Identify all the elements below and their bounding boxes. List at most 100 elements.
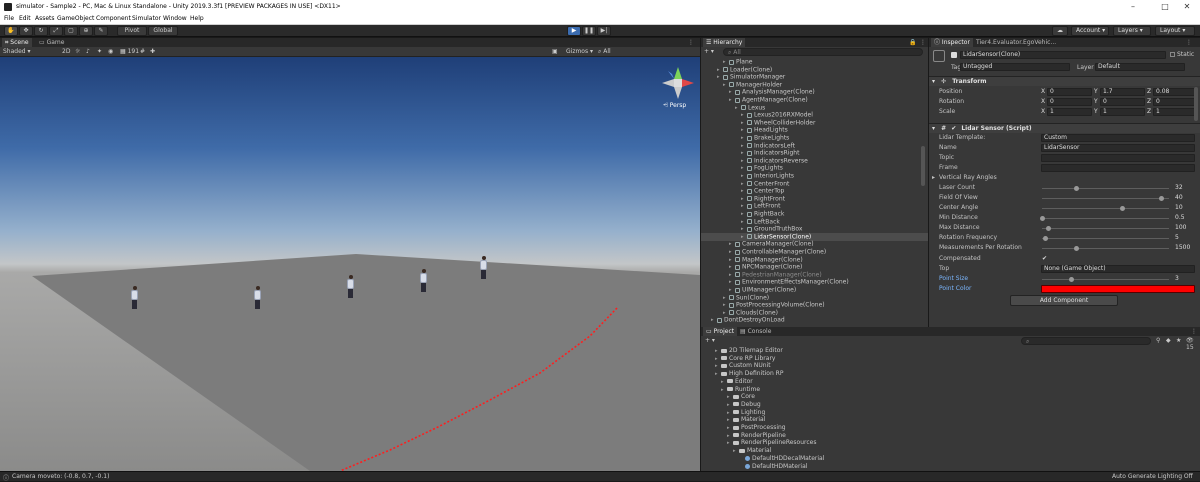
frame-field[interactable]: [1041, 164, 1195, 172]
slider-knob[interactable]: [1120, 206, 1125, 211]
slider-value[interactable]: 0.5: [1175, 213, 1185, 223]
filter-type-icon[interactable]: ⚲: [1156, 337, 1160, 344]
tab-scene[interactable]: ⌗ Scene: [2, 38, 32, 47]
lidar-sensor-header[interactable]: ▾ # ✔ Lidar Sensor (Script): [929, 123, 1200, 133]
menu-assets[interactable]: Assets: [35, 15, 55, 22]
rotate-tool-icon[interactable]: ↻: [34, 26, 48, 36]
transform-y-field[interactable]: 1.7: [1100, 88, 1145, 96]
play-button[interactable]: ▶: [567, 26, 581, 36]
hierarchy-scrollbar[interactable]: [921, 146, 925, 186]
inspector-menu-icon[interactable]: ⋮: [1183, 38, 1195, 47]
transform-y-field[interactable]: 0: [1100, 98, 1145, 106]
name-field[interactable]: LidarSensor: [1041, 144, 1195, 152]
static-checkbox[interactable]: [1170, 52, 1175, 57]
effects-toggle-icon[interactable]: ✦: [97, 48, 102, 55]
rect-tool-icon[interactable]: ▢: [64, 26, 78, 36]
transform-tool-icon[interactable]: ⊕: [79, 26, 93, 36]
transform-y-field[interactable]: 1: [1100, 108, 1145, 116]
account-dropdown[interactable]: Account ▾: [1071, 26, 1109, 36]
persp-label[interactable]: ⩤ Persp: [663, 102, 686, 110]
transform-header[interactable]: ▾ ✢ Transform: [929, 76, 1200, 86]
top-object-field[interactable]: None (Game Object): [1041, 265, 1195, 273]
slider-knob[interactable]: [1074, 186, 1080, 191]
add-component-button[interactable]: Add Component: [1010, 295, 1118, 306]
step-button[interactable]: ▶|: [597, 26, 611, 36]
shading-dropdown[interactable]: Shaded ▾: [3, 48, 31, 55]
scene-search-input[interactable]: ⌕ All: [598, 48, 611, 56]
scene-viewport[interactable]: ⩤ Persp: [0, 57, 700, 471]
transform-z-field[interactable]: 0: [1153, 98, 1198, 106]
move-tool-icon[interactable]: ✥: [19, 26, 33, 36]
gizmos-dropdown[interactable]: Gizmos ▾: [566, 48, 593, 55]
status-message[interactable]: Camera moveto: (-0.8, 0.7, -0.1): [12, 473, 109, 480]
minimize-icon[interactable]: –: [1120, 1, 1146, 13]
hand-tool-icon[interactable]: ✋: [4, 26, 18, 36]
hidden-objects-icon[interactable]: ◉: [108, 48, 113, 55]
slider-track[interactable]: [1042, 238, 1169, 239]
hierarchy-menu-icon[interactable]: ⋮: [917, 38, 928, 47]
slider-knob[interactable]: [1074, 246, 1080, 251]
tab-hierarchy[interactable]: ☰ Hierarchy: [703, 38, 746, 47]
transform-z-field[interactable]: 1: [1153, 108, 1198, 116]
lidar-enabled-checkbox[interactable]: ✔: [948, 125, 956, 132]
layers-dropdown[interactable]: Layers ▾: [1113, 26, 1151, 36]
slider-value[interactable]: 10: [1175, 203, 1183, 213]
slider-track[interactable]: [1042, 218, 1169, 219]
slider-track[interactable]: [1042, 188, 1169, 189]
transform-z-field[interactable]: 0.08: [1153, 88, 1198, 96]
slider-value[interactable]: 1500: [1175, 243, 1190, 253]
menu-file[interactable]: File: [4, 15, 14, 22]
filter-label-icon[interactable]: ◆: [1166, 337, 1171, 344]
tab-project[interactable]: ▭ Project: [703, 327, 738, 336]
mode-2d-toggle[interactable]: 2D: [62, 48, 70, 55]
template-dropdown[interactable]: Custom: [1041, 134, 1195, 142]
slider-value[interactable]: 32: [1175, 183, 1183, 193]
tab-console[interactable]: ▤ Console: [737, 327, 774, 336]
tab-game[interactable]: ▭ Game: [36, 38, 67, 47]
slider-value[interactable]: 5: [1175, 233, 1179, 243]
pause-button[interactable]: ❚❚: [582, 26, 596, 36]
compensated-checkbox[interactable]: ✔: [1042, 254, 1047, 264]
slider-knob[interactable]: [1042, 236, 1048, 241]
static-label[interactable]: Static: [1177, 51, 1194, 58]
menu-component[interactable]: Component: [96, 15, 131, 22]
menu-edit[interactable]: Edit: [19, 15, 31, 22]
project-asset[interactable]: DefaultHDMaterial: [739, 463, 807, 471]
project-menu-icon[interactable]: ⋮: [1188, 327, 1200, 336]
menu-simulator[interactable]: Simulator: [132, 15, 161, 22]
hierarchy-item[interactable]: ▸ DontDestroyOnLoad: [701, 316, 928, 324]
menu-help[interactable]: Help: [190, 15, 204, 22]
scene-panel-menu-icon[interactable]: ⋮: [685, 38, 697, 47]
layer-dropdown[interactable]: Default: [1095, 63, 1185, 71]
slider-knob[interactable]: [1040, 216, 1045, 221]
grid-count-icon[interactable]: ▦ 191: [120, 48, 139, 55]
project-create-button[interactable]: + ▾: [705, 337, 715, 344]
slider-track[interactable]: [1042, 198, 1169, 199]
close-icon[interactable]: ✕: [1174, 1, 1200, 13]
slider-value[interactable]: 100: [1175, 223, 1186, 233]
tab-inspector[interactable]: ⓘ Inspector: [931, 38, 973, 47]
orientation-gizmo-icon[interactable]: [660, 65, 696, 101]
hierarchy-search-input[interactable]: ⌕ All: [723, 48, 923, 56]
transform-x-field[interactable]: 1: [1047, 108, 1092, 116]
project-search-input[interactable]: ⌕: [1021, 337, 1151, 345]
menu-window[interactable]: Window: [163, 15, 187, 22]
tag-dropdown[interactable]: Untagged: [960, 63, 1070, 71]
global-button[interactable]: Global: [148, 26, 178, 36]
lighting-status[interactable]: Auto Generate Lighting Off: [1112, 473, 1193, 480]
inspector-scrollbar[interactable]: [1194, 87, 1198, 121]
menu-gameobject[interactable]: GameObject: [57, 15, 94, 22]
pivot-button[interactable]: Pivot: [117, 26, 147, 36]
cloud-icon[interactable]: ☁: [1052, 26, 1068, 36]
active-checkbox[interactable]: [951, 52, 957, 58]
slider-value[interactable]: 40: [1175, 193, 1183, 203]
camera-settings-icon[interactable]: ▣: [552, 48, 558, 55]
slider-track[interactable]: [1042, 248, 1169, 249]
point-size-knob[interactable]: [1069, 277, 1075, 282]
point-size-value[interactable]: 3: [1175, 274, 1179, 284]
topic-field[interactable]: [1041, 154, 1195, 162]
slider-track[interactable]: [1042, 208, 1169, 209]
hierarchy-create-button[interactable]: + ▾: [704, 48, 714, 55]
filter-star-icon[interactable]: ★: [1176, 337, 1181, 344]
slider-track[interactable]: [1042, 228, 1169, 229]
